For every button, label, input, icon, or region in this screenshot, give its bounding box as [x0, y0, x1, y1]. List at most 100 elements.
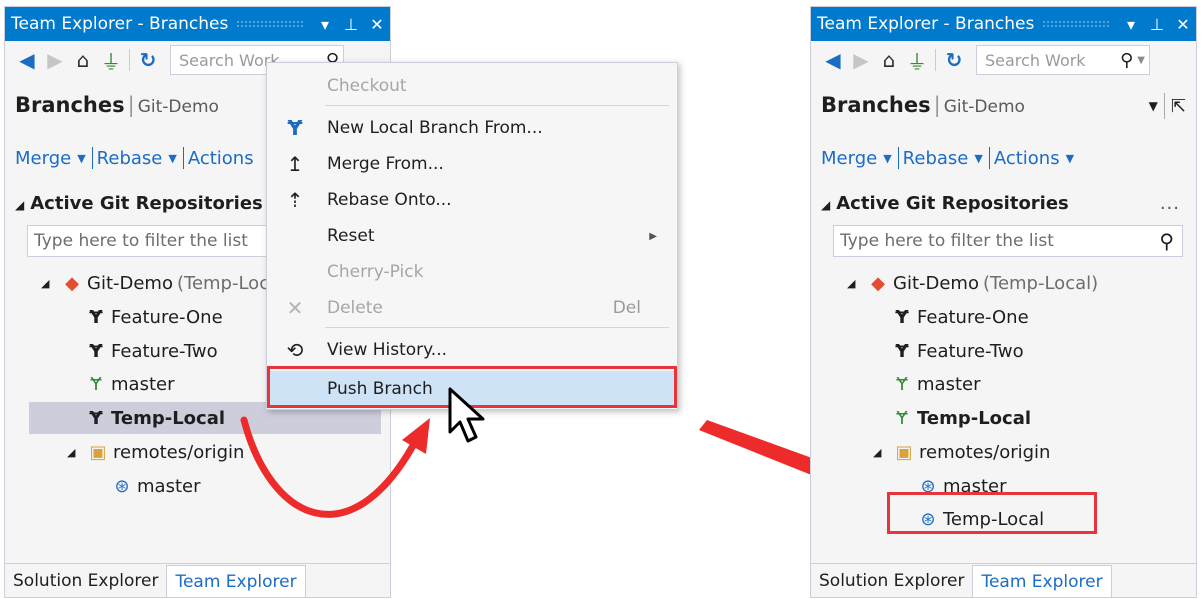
- panel-title: Team Explorer - Branches: [11, 14, 229, 34]
- expand-triangle-icon[interactable]: ◢: [873, 446, 891, 459]
- action-divider: [988, 147, 990, 169]
- home-icon[interactable]: ⌂: [875, 46, 903, 74]
- chevron-down-icon[interactable]: ▼: [1066, 152, 1074, 165]
- branch-filter-input[interactable]: Type here to filter the list ⚲: [833, 225, 1183, 257]
- back-icon[interactable]: ◀: [13, 46, 41, 74]
- tree-item-branch[interactable]: Ɏ Feature-Two: [889, 335, 1024, 367]
- panel-title: Team Explorer - Branches: [817, 14, 1035, 34]
- expand-triangle-icon[interactable]: ◢: [67, 446, 85, 459]
- refresh-icon[interactable]: ↻: [940, 46, 968, 74]
- search-icon[interactable]: ⚲: [1159, 229, 1182, 253]
- menu-separator: [325, 327, 669, 328]
- merge-link[interactable]: Merge: [821, 148, 877, 169]
- filter-placeholder: Type here to filter the list: [840, 231, 1054, 251]
- forward-icon[interactable]: ▶: [41, 46, 69, 74]
- tree-item-branch[interactable]: Ɏ Feature-One: [83, 301, 222, 333]
- close-icon[interactable]: ✕: [364, 15, 390, 34]
- repo-name: Git-Demo: [943, 97, 1025, 117]
- tree-item-label: remotes/origin: [919, 441, 1051, 463]
- rebase-link[interactable]: Rebase: [97, 148, 163, 169]
- menu-item-label: Reset: [327, 226, 375, 246]
- pin-icon[interactable]: ⊥: [1144, 15, 1170, 34]
- page-title: Branches: [15, 93, 125, 117]
- drag-grip[interactable]: [1042, 20, 1110, 28]
- tree-item-suffix: (Temp-Local): [982, 272, 1099, 294]
- tree-item-remote-branch[interactable]: ⊛ master: [109, 470, 200, 502]
- connect-icon[interactable]: ⏚: [903, 46, 931, 74]
- chevron-down-icon[interactable]: ▼: [1137, 55, 1149, 66]
- dropdown-icon[interactable]: ▾: [312, 15, 338, 34]
- home-icon[interactable]: ⌂: [69, 46, 97, 74]
- actions-link[interactable]: Actions: [994, 148, 1060, 169]
- remote-folder-icon: ▣: [895, 441, 913, 463]
- pin-icon[interactable]: ⊥: [338, 15, 364, 34]
- chevron-down-icon[interactable]: ▼: [883, 152, 891, 165]
- back-icon[interactable]: ◀: [819, 46, 847, 74]
- tree-item-remote[interactable]: ◢ ▣ remotes/origin: [67, 436, 244, 468]
- tree-item-branch[interactable]: Ɏ master: [889, 368, 981, 400]
- rebase-link[interactable]: Rebase: [903, 148, 969, 169]
- tree-item-repo[interactable]: ◢ ◆ Git-Demo (Temp-Local): [847, 267, 1098, 299]
- collapse-triangle-icon[interactable]: ◢: [15, 198, 24, 212]
- expand-triangle-icon[interactable]: ◢: [847, 277, 865, 290]
- menu-item-label: Rebase Onto...: [327, 190, 452, 210]
- menu-item-new-local-branch[interactable]: Ɏ New Local Branch From...: [267, 111, 677, 145]
- mouse-pointer-icon: [448, 387, 485, 443]
- header-separator: |: [127, 93, 135, 117]
- section-title: Active Git Repositories: [30, 193, 263, 214]
- git-repo-icon: ◆: [871, 272, 885, 294]
- branch-published-icon: Ɏ: [896, 373, 908, 395]
- menu-item-cherry-pick[interactable]: Cherry-Pick: [267, 255, 677, 289]
- branch-context-menu: Checkout Ɏ New Local Branch From... ↥ Me…: [266, 62, 678, 410]
- pushed-branch-highlight-box: [887, 492, 1097, 534]
- tree-item-branch[interactable]: Ɏ Feature-Two: [83, 335, 217, 367]
- close-icon[interactable]: ✕: [1170, 15, 1196, 34]
- branch-published-icon: Ɏ: [90, 373, 102, 395]
- section-header[interactable]: ◢ Active Git Repositories: [821, 193, 1069, 214]
- tree-item-branch[interactable]: Ɏ master: [83, 368, 175, 400]
- undock-icon[interactable]: ⇱: [1171, 96, 1186, 117]
- menu-item-label: Delete: [327, 298, 383, 318]
- curved-red-arrow: [240, 416, 430, 518]
- expand-triangle-icon[interactable]: ◢: [41, 277, 59, 290]
- dropdown-icon[interactable]: ▾: [1118, 15, 1144, 34]
- chevron-down-icon[interactable]: ▼: [77, 152, 85, 165]
- tab-solution-explorer[interactable]: Solution Explorer: [5, 565, 166, 597]
- git-repo-icon: ◆: [65, 272, 79, 294]
- tree-item-branch[interactable]: Ɏ Feature-One: [889, 301, 1028, 333]
- tab-team-explorer[interactable]: Team Explorer: [972, 565, 1112, 597]
- refresh-icon[interactable]: ↻: [134, 46, 162, 74]
- menu-item-view-history[interactable]: ⟲ View History...: [267, 333, 677, 367]
- merge-link[interactable]: Merge: [15, 148, 71, 169]
- action-divider: [91, 147, 93, 169]
- menu-item-reset[interactable]: Reset ▶: [267, 219, 677, 253]
- forward-icon[interactable]: ▶: [847, 46, 875, 74]
- chevron-down-icon[interactable]: ▼: [974, 152, 982, 165]
- search-work-items-input[interactable]: Search Work ⚲ ▼: [976, 45, 1150, 75]
- branch-icon: Ɏ: [895, 306, 909, 328]
- chevron-down-icon[interactable]: ▼: [1149, 99, 1158, 113]
- menu-item-checkout[interactable]: Checkout: [267, 69, 677, 103]
- tree-item-label: Feature-Two: [917, 340, 1024, 362]
- drag-grip[interactable]: [236, 20, 304, 28]
- collapse-triangle-icon[interactable]: ◢: [821, 198, 830, 212]
- tree-item-remote[interactable]: ◢ ▣ remotes/origin: [873, 436, 1050, 468]
- tree-item-label: master: [137, 475, 201, 497]
- tab-solution-explorer[interactable]: Solution Explorer: [811, 565, 972, 597]
- tab-team-explorer[interactable]: Team Explorer: [166, 565, 306, 597]
- menu-item-merge-from[interactable]: ↥ Merge From...: [267, 147, 677, 181]
- menu-item-rebase-onto[interactable]: ⇡ Rebase Onto...: [267, 183, 677, 217]
- section-header[interactable]: ◢ Active Git Repositories: [15, 193, 263, 214]
- menu-item-delete[interactable]: ✕ Delete Del: [267, 291, 677, 325]
- branch-icon: Ɏ: [89, 340, 103, 362]
- more-options-icon[interactable]: ...: [1160, 193, 1180, 214]
- tree-item-repo[interactable]: ◢ ◆ Git-Demo (Temp-Local): [41, 267, 292, 299]
- menu-item-label: Cherry-Pick: [327, 262, 424, 282]
- search-icon[interactable]: ⚲: [1116, 50, 1137, 71]
- remote-branch-icon: ⊛: [114, 475, 130, 497]
- tree-item-branch[interactable]: Ɏ Temp-Local: [889, 402, 1032, 434]
- chevron-down-icon[interactable]: ▼: [168, 152, 176, 165]
- connect-icon[interactable]: ⏚: [97, 46, 125, 74]
- actions-link[interactable]: Actions: [188, 148, 254, 169]
- tree-item-label: Temp-Local: [111, 407, 226, 429]
